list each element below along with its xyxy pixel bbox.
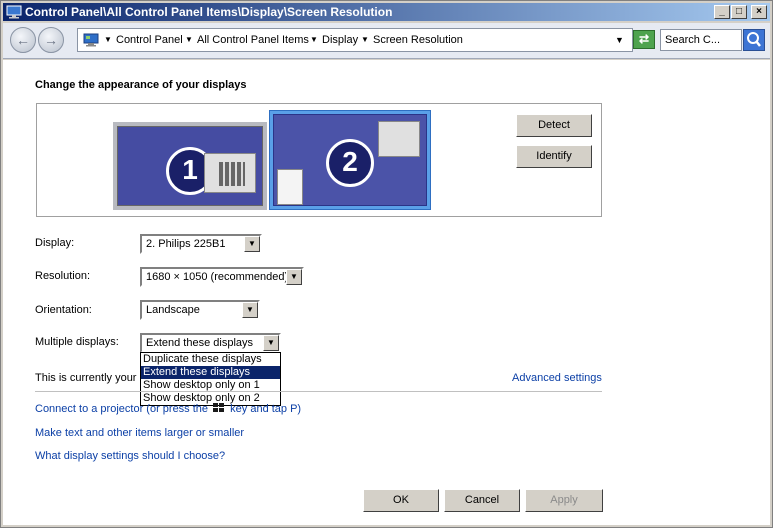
projector-link-text: key and tap P) (230, 403, 302, 415)
minimize-button[interactable]: _ (714, 5, 730, 19)
forward-arrow-icon: → (44, 32, 58, 48)
advanced-settings-link[interactable]: Advanced settings (512, 372, 602, 384)
mini-monitor-side-icon (277, 169, 303, 205)
refresh-icon: ⇄ (638, 32, 650, 46)
crumb-arrow-icon[interactable]: ▼ (361, 35, 369, 44)
search-button[interactable] (743, 29, 765, 51)
chevron-down-icon[interactable]: ▼ (244, 236, 260, 252)
orientation-select[interactable]: Landscape ▼ (140, 300, 260, 320)
monitor-2[interactable]: 2 (269, 110, 431, 210)
window-title: Control Panel\All Control Panel Items\Di… (25, 5, 393, 19)
multiple-displays-value: Extend these displays (146, 337, 254, 349)
refresh-button[interactable]: ⇄ (633, 30, 655, 49)
monitor-arrangement-panel: 1 2 Detect Identify (36, 103, 602, 217)
currently-text: This is currently your (35, 372, 137, 384)
title-bar[interactable]: Control Panel\All Control Panel Items\Di… (3, 3, 770, 21)
display-label: Display: (35, 237, 75, 249)
back-button[interactable]: ← (10, 27, 36, 53)
crumb-all-items[interactable]: All Control Panel Items (197, 34, 309, 46)
text-size-link[interactable]: Make text and other items larger or smal… (35, 427, 244, 439)
monitor-1-screen: 1 (117, 126, 263, 206)
crumb-display[interactable]: Display (322, 34, 358, 46)
screen-resolution-window: Control Panel\All Control Panel Items\Di… (0, 0, 773, 528)
forward-button[interactable]: → (38, 27, 64, 53)
windows-logo-icon (213, 403, 225, 412)
page-title: Change the appearance of your displays (35, 79, 247, 91)
monitor-number-badge: 2 (326, 139, 374, 187)
projector-link-text: Connect to a projector (or press the (35, 403, 209, 415)
grid-icon (219, 162, 245, 186)
monitor-2-screen: 2 (273, 114, 427, 206)
breadcrumb[interactable]: ▼ Control Panel ▼ All Control Panel Item… (77, 28, 633, 52)
chevron-down-icon[interactable]: ▼ (242, 302, 258, 318)
chevron-down-icon[interactable]: ▼ (615, 35, 624, 45)
address-bar: ← → ▼ Control Panel ▼ All Control Panel … (3, 23, 770, 59)
display-settings-help-link[interactable]: What display settings should I choose? (35, 450, 225, 462)
chevron-down-icon[interactable]: ▼ (263, 335, 279, 351)
identify-button[interactable]: Identify (516, 145, 592, 168)
projector-link[interactable]: Connect to a projector (or press the key… (35, 403, 301, 415)
orientation-label: Orientation: (35, 304, 92, 316)
content-area: Change the appearance of your displays 1… (3, 60, 770, 525)
crumb-arrow-icon[interactable]: ▼ (310, 35, 318, 44)
close-button[interactable]: × (751, 5, 767, 19)
multiple-displays-select[interactable]: Extend these displays ▼ (140, 333, 281, 353)
mini-monitor-icon (204, 153, 256, 193)
multiple-displays-label: Multiple displays: (35, 336, 119, 348)
resolution-value: 1680 × 1050 (recommended) (146, 271, 289, 283)
ok-button[interactable]: OK (363, 489, 439, 512)
resolution-select[interactable]: 1680 × 1050 (recommended) ▼ (140, 267, 304, 287)
back-arrow-icon: ← (16, 32, 30, 48)
maximize-button[interactable]: □ (731, 5, 747, 19)
monitor-1[interactable]: 1 (113, 122, 267, 210)
chevron-down-icon[interactable]: ▼ (286, 269, 302, 285)
dropdown-option-selected[interactable]: Extend these displays (141, 366, 280, 379)
search-input[interactable]: Search C... (660, 29, 742, 51)
crumb-arrow-icon[interactable]: ▼ (104, 35, 112, 44)
display-select[interactable]: 2. Philips 225B1 ▼ (140, 234, 262, 254)
dropdown-option[interactable]: Duplicate these displays (141, 353, 280, 366)
crumb-screen-resolution[interactable]: Screen Resolution (373, 34, 463, 46)
search-icon (747, 32, 761, 47)
display-value: 2. Philips 225B1 (146, 238, 226, 250)
mini-monitor-icon (378, 121, 420, 157)
cancel-button[interactable]: Cancel (444, 489, 520, 512)
display-app-icon (6, 5, 22, 19)
divider (35, 391, 602, 392)
detect-button[interactable]: Detect (516, 114, 592, 137)
orientation-value: Landscape (146, 304, 200, 316)
resolution-label: Resolution: (35, 270, 91, 282)
multiple-displays-dropdown: Duplicate these displays Extend these di… (140, 352, 281, 406)
control-panel-icon (83, 33, 99, 47)
crumb-arrow-icon[interactable]: ▼ (185, 35, 193, 44)
crumb-control-panel[interactable]: Control Panel (116, 34, 183, 46)
apply-button[interactable]: Apply (525, 489, 603, 512)
